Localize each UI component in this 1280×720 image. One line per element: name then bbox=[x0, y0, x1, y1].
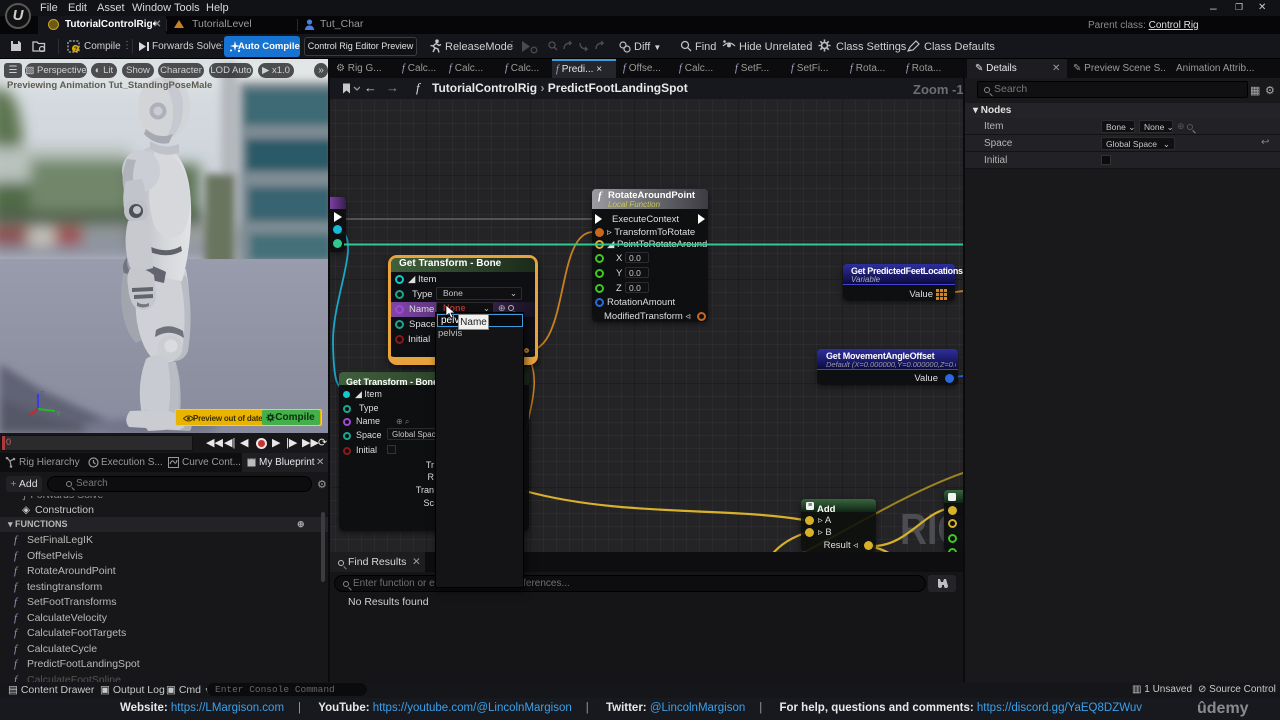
svg-text:Y: Y bbox=[56, 411, 61, 418]
svg-text:?: ? bbox=[74, 47, 78, 53]
svg-text:Z: Z bbox=[40, 391, 45, 398]
